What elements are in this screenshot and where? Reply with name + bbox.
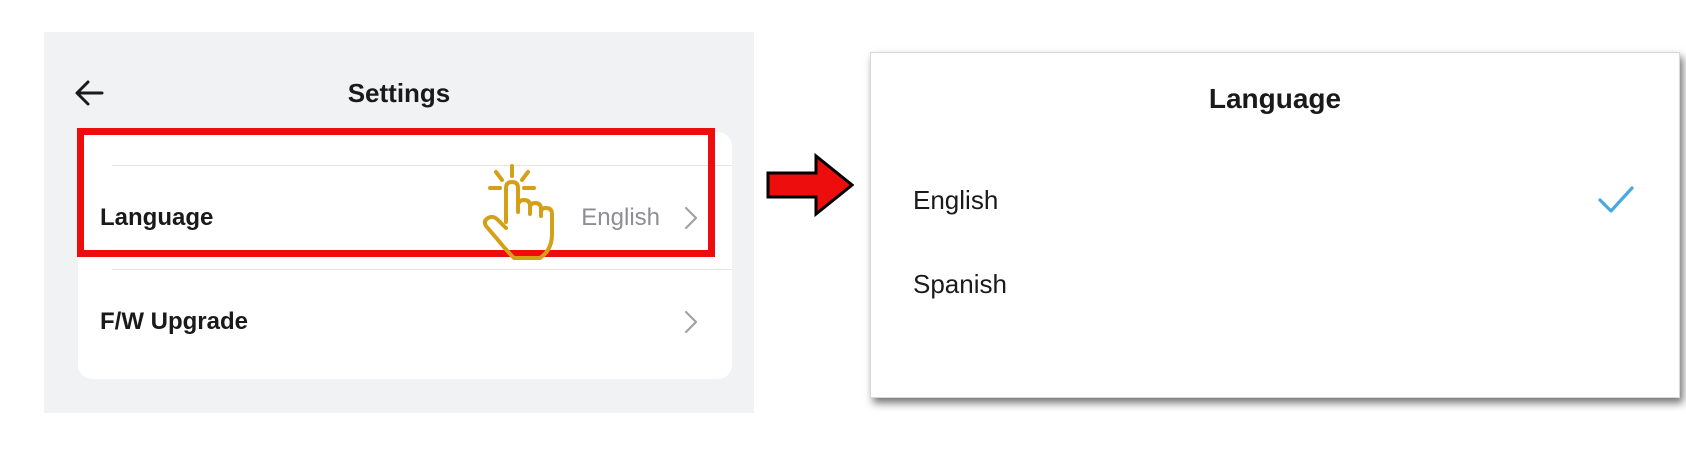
option-english[interactable]: English <box>871 165 1679 235</box>
option-spanish[interactable]: Spanish <box>871 249 1679 319</box>
fw-upgrade-row[interactable]: F/W Upgrade <box>78 270 732 374</box>
page-title: Settings <box>347 78 451 108</box>
option-label: Spanish <box>913 268 1007 299</box>
chevron-right-icon <box>684 206 698 230</box>
option-label: English <box>913 184 999 215</box>
right-arrow-icon <box>766 153 854 217</box>
dialog-title: Language <box>1208 83 1342 114</box>
checkmark-icon <box>1598 186 1634 213</box>
settings-card: Language English F/W Upgrade <box>78 132 732 379</box>
language-label: Language <box>100 204 214 231</box>
language-current-value: English <box>581 204 660 231</box>
language-dialog: Language English Spanish <box>870 52 1680 398</box>
language-row[interactable]: Language English <box>78 166 732 270</box>
chevron-right-icon <box>684 310 698 334</box>
settings-screen: Settings Language English F/W Upgrade <box>44 32 754 413</box>
fw-upgrade-label: F/W Upgrade <box>100 308 248 335</box>
